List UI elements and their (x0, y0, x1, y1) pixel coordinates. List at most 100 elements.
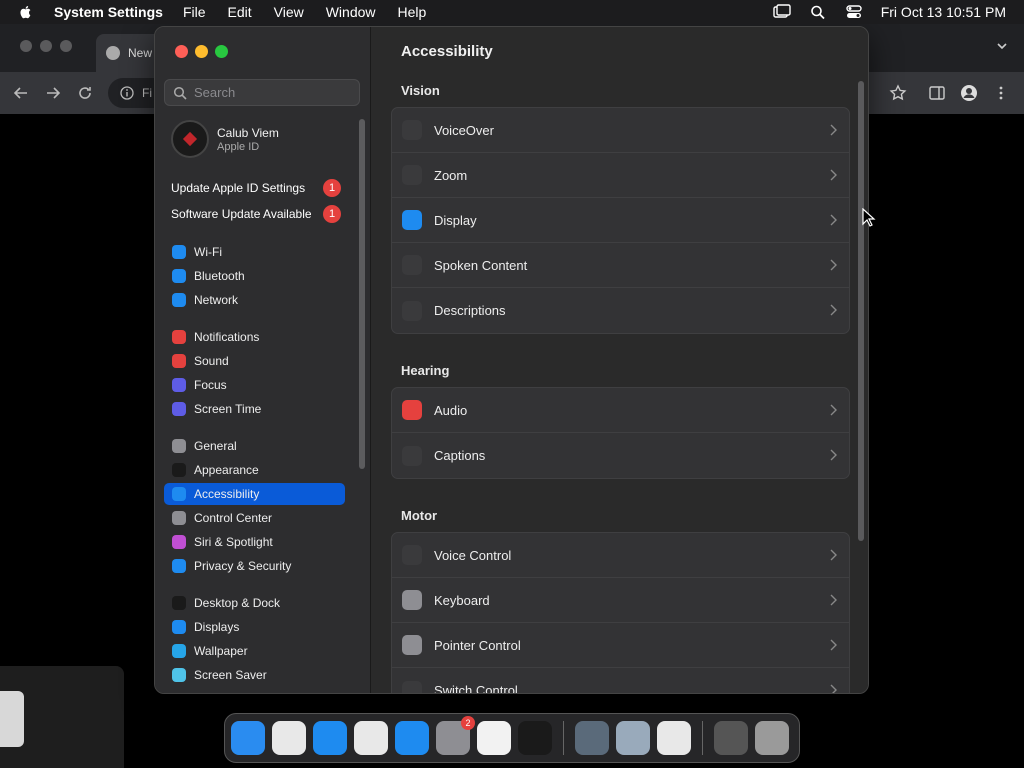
zoom-window-button[interactable] (215, 45, 228, 58)
spoken-content-icon (402, 255, 422, 275)
row-switch-control[interactable]: Switch Control (392, 668, 849, 693)
dock-safari-icon[interactable] (313, 721, 347, 755)
sidebar-item-control-center[interactable]: Control Center (164, 507, 345, 529)
menu-help[interactable]: Help (398, 4, 427, 20)
row-voice-control[interactable]: Voice Control (392, 533, 849, 578)
dock-trash-icon[interactable] (755, 721, 789, 755)
group-motor: Voice Control Keyboard Pointer Control S… (391, 532, 850, 693)
dock-finder-icon[interactable] (231, 721, 265, 755)
sidebar-item-label: Sound (194, 354, 229, 368)
dock-icon (172, 596, 186, 610)
sidebar-item-general[interactable]: General (164, 435, 345, 457)
sidebar-item-wallpaper[interactable]: Wallpaper (164, 640, 345, 662)
notice-software-update[interactable]: Software Update Available 1 (171, 204, 341, 224)
dock-terminal-icon[interactable] (518, 721, 552, 755)
focus-moon-icon (172, 378, 186, 392)
browser-minimize-dot[interactable] (40, 40, 52, 52)
dock-downloads-stack-icon[interactable] (714, 721, 748, 755)
dock-chrome-icon[interactable] (354, 721, 388, 755)
screen-mirroring-icon[interactable] (773, 4, 791, 20)
apple-id-account[interactable]: Calub Viem Apple ID (171, 119, 279, 159)
menu-edit[interactable]: Edit (228, 4, 252, 20)
dock-quicktime-icon[interactable] (575, 721, 609, 755)
sidebar-item-bluetooth[interactable]: Bluetooth (164, 265, 345, 287)
screen-saver-icon (172, 668, 186, 682)
dock-parallels-icon[interactable] (657, 721, 691, 755)
hourglass-icon (172, 402, 186, 416)
row-descriptions[interactable]: Descriptions (392, 288, 849, 333)
notice-update-apple-id[interactable]: Update Apple ID Settings 1 (171, 178, 341, 198)
sidebar-item-appearance[interactable]: Appearance (164, 459, 345, 481)
sidebar-search[interactable] (164, 79, 360, 106)
sidebar-item-displays[interactable]: Displays (164, 616, 345, 638)
row-label: Pointer Control (434, 637, 521, 653)
dock-launchpad-icon[interactable] (272, 721, 306, 755)
sound-icon (172, 354, 186, 368)
descriptions-icon (402, 300, 422, 321)
minimize-window-button[interactable] (195, 45, 208, 58)
back-arrow-icon[interactable] (12, 84, 30, 102)
row-voiceover[interactable]: VoiceOver (392, 108, 849, 153)
side-panel-icon[interactable] (928, 84, 946, 102)
sidebar-item-desktop-dock[interactable]: Desktop & Dock (164, 592, 345, 614)
reload-icon[interactable] (76, 84, 94, 102)
dock-textedit-icon[interactable] (477, 721, 511, 755)
sidebar-item-notifications[interactable]: Notifications (164, 326, 345, 348)
sidebar-item-network[interactable]: Network (164, 289, 345, 311)
row-audio[interactable]: Audio (392, 388, 849, 433)
sidebar-item-label: Displays (194, 620, 240, 634)
section-title-motor: Motor (401, 508, 438, 523)
control-center-icon[interactable] (845, 4, 863, 20)
menu-file[interactable]: File (183, 4, 206, 20)
browser-zoom-dot[interactable] (60, 40, 72, 52)
dock-app-store-icon[interactable] (395, 721, 429, 755)
chevron-right-icon (830, 594, 837, 606)
menu-view[interactable]: View (274, 4, 304, 20)
spotlight-search-icon[interactable] (809, 4, 827, 20)
row-keyboard[interactable]: Keyboard (392, 578, 849, 623)
menu-window[interactable]: Window (326, 4, 376, 20)
sidebar-item-screen-time[interactable]: Screen Time (164, 398, 345, 420)
audio-icon (402, 400, 422, 420)
sidebar-item-label: Bluetooth (194, 269, 245, 283)
network-icon (172, 293, 186, 307)
row-pointer-control[interactable]: Pointer Control (392, 623, 849, 668)
row-zoom[interactable]: Zoom (392, 153, 849, 198)
dock-system-settings-icon[interactable]: 2 (436, 716, 475, 755)
sidebar-item-siri-spotlight[interactable]: Siri & Spotlight (164, 531, 345, 553)
sidebar-item-label: Wallpaper (194, 644, 248, 658)
close-window-button[interactable] (175, 45, 188, 58)
site-info-icon[interactable] (120, 86, 134, 100)
profile-icon[interactable] (960, 84, 978, 102)
sidebar-scrollbar[interactable] (359, 119, 365, 469)
chevron-right-icon (830, 259, 837, 271)
row-display[interactable]: Display (392, 198, 849, 243)
chevron-right-icon (830, 639, 837, 651)
menu-bar-clock[interactable]: Fri Oct 13 10:51 PM (881, 4, 1006, 20)
tab-search-chevron-icon[interactable] (996, 40, 1008, 52)
app-name-menu[interactable]: System Settings (54, 4, 163, 20)
gear-icon (172, 439, 186, 453)
notifications-icon (172, 330, 186, 344)
browser-close-dot[interactable] (20, 40, 32, 52)
more-menu-icon[interactable] (992, 84, 1010, 102)
apple-menu-icon[interactable] (18, 4, 34, 20)
sidebar-item-focus[interactable]: Focus (164, 374, 345, 396)
row-captions[interactable]: Captions (392, 433, 849, 478)
bookmark-star-icon[interactable] (889, 84, 907, 102)
sidebar-item-label: Network (194, 293, 239, 307)
sidebar-item-wifi[interactable]: Wi-Fi (164, 241, 345, 263)
row-spoken-content[interactable]: Spoken Content (392, 243, 849, 288)
siri-icon (172, 535, 186, 549)
sidebar-item-sound[interactable]: Sound (164, 350, 345, 372)
dock-preview-icon[interactable] (616, 721, 650, 755)
settings-content-pane: Accessibility Vision VoiceOver Zoom Disp… (371, 27, 868, 693)
apple-logo-tile (0, 691, 24, 747)
forward-arrow-icon[interactable] (44, 84, 62, 102)
sidebar-item-privacy-security[interactable]: Privacy & Security (164, 555, 345, 577)
content-scrollbar[interactable] (858, 81, 864, 541)
search-input[interactable] (194, 85, 354, 100)
sidebar-item-screen-saver[interactable]: Screen Saver (164, 664, 345, 686)
sidebar-item-accessibility[interactable]: Accessibility (164, 483, 345, 505)
system-settings-window: Calub Viem Apple ID Update Apple ID Sett… (154, 26, 869, 694)
